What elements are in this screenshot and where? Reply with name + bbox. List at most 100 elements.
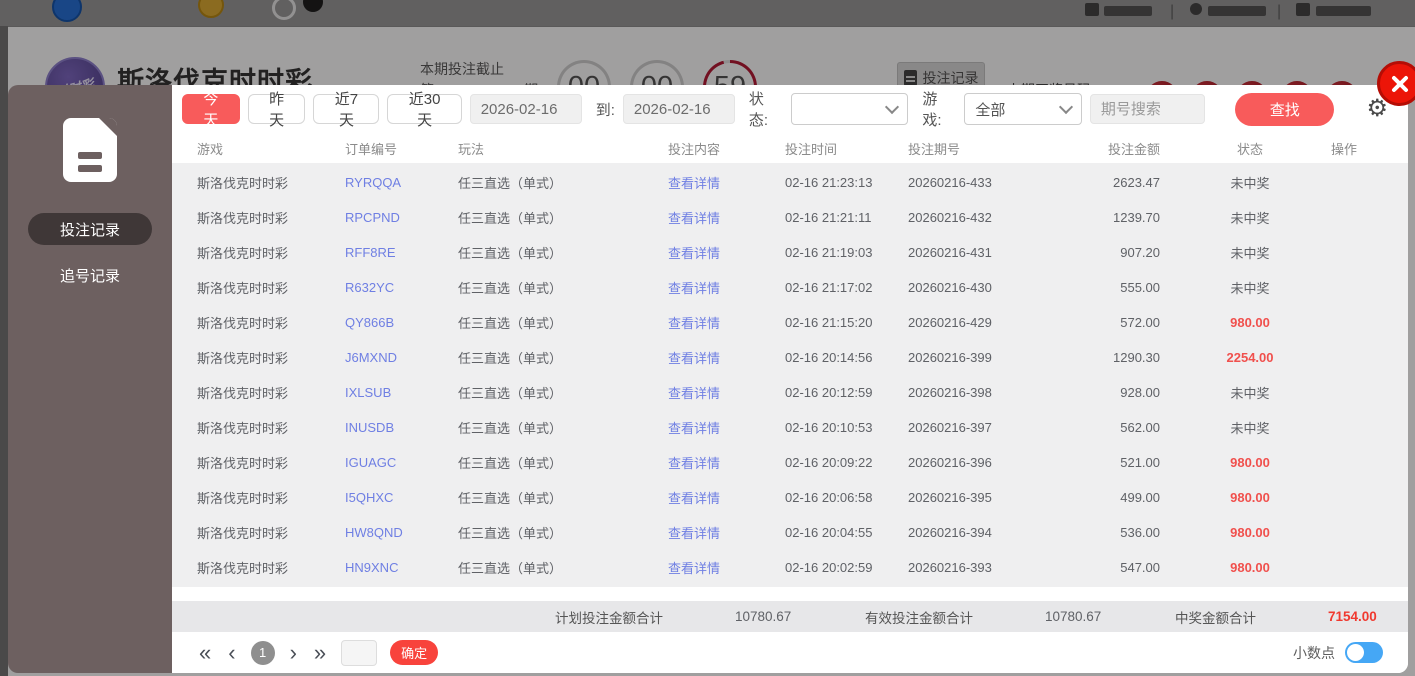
cell-issue: 20260216-431 <box>908 245 992 260</box>
order-id-link[interactable]: RPCPND <box>345 210 458 225</box>
status-text: 未中奖 <box>1230 281 1270 296</box>
next-page-button[interactable]: › <box>288 641 299 664</box>
cell-game: 斯洛伐克时时彩 <box>197 246 289 261</box>
cell-play: 任三直选（单式） <box>458 176 563 191</box>
view-details-link[interactable]: 查看详情 <box>668 313 785 332</box>
quick-range-today[interactable]: 今天 <box>182 91 240 129</box>
table-row: 斯洛伐克时时彩 I5QHXC 任三直选（单式） 查看详情 02-16 20:06:58 2… <box>172 480 1408 515</box>
issue-search-input[interactable] <box>1089 94 1205 124</box>
cell-issue: 20260216-398 <box>908 385 992 400</box>
view-details-link[interactable]: 查看详情 <box>668 558 785 577</box>
date-from-input[interactable] <box>469 94 582 124</box>
order-id-link[interactable]: HN9XNC <box>345 560 458 575</box>
first-page-button[interactable]: « <box>197 641 213 664</box>
cell-game: 斯洛伐克时时彩 <box>197 526 289 541</box>
game-select[interactable]: 全部 <box>964 93 1082 125</box>
quick-range-yesterday[interactable]: 昨天 <box>247 91 306 129</box>
decimal-toggle[interactable] <box>1345 642 1383 663</box>
cell-bet-time: 02-16 21:23:13 <box>785 175 873 190</box>
cell-bet-time: 02-16 20:12:59 <box>785 385 873 400</box>
cell-play: 任三直选（单式） <box>458 421 563 436</box>
search-button[interactable]: 查找 <box>1234 92 1335 126</box>
cell-game: 斯洛伐克时时彩 <box>197 421 289 436</box>
order-id-link[interactable]: I5QHXC <box>345 490 458 505</box>
view-details-link[interactable]: 查看详情 <box>668 278 785 297</box>
table-row: 斯洛伐克时时彩 RYRQQA 任三直选（单式） 查看详情 02-16 21:23:13 2… <box>172 165 1408 200</box>
status-text: 未中奖 <box>1230 421 1270 436</box>
last-page-button[interactable]: » <box>312 641 328 664</box>
order-id-link[interactable]: QY866B <box>345 315 458 330</box>
game-select-value: 全部 <box>975 101 1006 119</box>
order-id-link[interactable]: IGUAGC <box>345 455 458 470</box>
cell-issue: 20260216-429 <box>908 315 992 330</box>
order-id-link[interactable]: RYRQQA <box>345 175 458 190</box>
view-details-link[interactable]: 查看详情 <box>668 418 785 437</box>
quick-range-last7days[interactable]: 近7天 <box>313 91 380 129</box>
view-details-link[interactable]: 查看详情 <box>668 453 785 472</box>
sidebar-item-chase-records[interactable]: 追号记录 <box>28 259 152 291</box>
cell-amount: 2623.47 <box>1113 175 1160 190</box>
cell-bet-time: 02-16 21:19:03 <box>785 245 873 260</box>
order-id-link[interactable]: R632YC <box>345 280 458 295</box>
page-jump-input[interactable] <box>341 639 378 666</box>
cell-bet-time: 02-16 21:15:20 <box>785 315 873 330</box>
cell-game: 斯洛伐克时时彩 <box>197 211 289 226</box>
status-select[interactable] <box>790 93 909 125</box>
sidebar-item-bet-records[interactable]: 投注记录 <box>28 213 152 245</box>
view-details-link[interactable]: 查看详情 <box>668 243 785 262</box>
prev-page-button[interactable]: ‹ <box>226 641 237 664</box>
order-id-link[interactable]: J6MXND <box>345 350 458 365</box>
doc-icon-line <box>78 165 102 172</box>
quick-range-last30days[interactable]: 近30天 <box>387 91 462 129</box>
cell-amount: 547.00 <box>1120 560 1160 575</box>
toggle-knob <box>1347 644 1364 661</box>
table-row: 斯洛伐克时时彩 HN9XNC 任三直选（单式） 查看详情 02-16 20:02:59 2… <box>172 550 1408 585</box>
cell-amount: 562.00 <box>1120 420 1160 435</box>
cell-play: 任三直选（单式） <box>458 281 563 296</box>
status-text: 未中奖 <box>1230 211 1270 226</box>
cell-bet-time: 02-16 20:02:59 <box>785 560 873 575</box>
view-details-link[interactable]: 查看详情 <box>668 208 785 227</box>
table-row: 斯洛伐克时时彩 J6MXND 任三直选（单式） 查看详情 02-16 20:14:56 2… <box>172 340 1408 375</box>
current-page-indicator[interactable]: 1 <box>250 640 275 665</box>
cell-play: 任三直选（单式） <box>458 561 563 576</box>
view-details-link[interactable]: 查看详情 <box>668 488 785 507</box>
cell-amount: 907.20 <box>1120 245 1160 260</box>
date-to-input[interactable] <box>622 94 735 124</box>
screen: | | 时时彩 斯洛伐克时时彩 本期投注截止 第20260216-434期 00… <box>0 0 1415 676</box>
sidebar-menu: 投注记录 追号记录 <box>8 213 172 291</box>
view-details-link[interactable]: 查看详情 <box>668 348 785 367</box>
bet-records-modal: 今天昨天近7天近30天 到: 状态: 游戏: 全部 查找 ⚙ 游戏 订单编号 玩法 投… <box>172 85 1408 673</box>
doc-icon-line <box>78 152 102 159</box>
view-details-link[interactable]: 查看详情 <box>668 173 785 192</box>
cell-bet-time: 02-16 20:09:22 <box>785 455 873 470</box>
cell-game: 斯洛伐克时时彩 <box>197 491 289 506</box>
table-row: 斯洛伐克时时彩 RPCPND 任三直选（单式） 查看详情 02-16 21:21:11 2… <box>172 200 1408 235</box>
confirm-page-button[interactable]: 确定 <box>390 640 439 665</box>
table-footer-gap <box>172 587 1408 601</box>
order-id-link[interactable]: IXLSUB <box>345 385 458 400</box>
view-details-link[interactable]: 查看详情 <box>668 523 785 542</box>
close-icon[interactable] <box>1377 61 1415 106</box>
table-row: 斯洛伐克时时彩 QY866B 任三直选（单式） 查看详情 02-16 21:15:20 2… <box>172 305 1408 340</box>
cell-play: 任三直选（单式） <box>458 211 563 226</box>
order-id-link[interactable]: RFF8RE <box>345 245 458 260</box>
cell-game: 斯洛伐克时时彩 <box>197 316 289 331</box>
cell-game: 斯洛伐克时时彩 <box>197 176 289 191</box>
cell-amount: 1290.30 <box>1113 350 1160 365</box>
cell-play: 任三直选（单式） <box>458 351 563 366</box>
view-details-link[interactable]: 查看详情 <box>668 383 785 402</box>
table-header: 游戏 订单编号 玩法 投注内容 投注时间 投注期号 投注金额 状态 操作 <box>172 133 1408 163</box>
order-id-link[interactable]: HW8QND <box>345 525 458 540</box>
order-id-link[interactable]: INUSDB <box>345 420 458 435</box>
table-body: 斯洛伐克时时彩 RYRQQA 任三直选（单式） 查看详情 02-16 21:23:13 2… <box>172 163 1408 587</box>
win-total-value: 7154.00 <box>1328 609 1377 624</box>
decimal-toggle-label: 小数点 <box>1293 644 1335 661</box>
win-amount: 2254.00 <box>1226 350 1274 365</box>
cell-issue: 20260216-396 <box>908 455 992 470</box>
cell-issue: 20260216-395 <box>908 490 992 505</box>
column-header: 操作 <box>1330 141 1357 157</box>
valid-total-value: 10780.67 <box>1045 609 1102 624</box>
summary-bar: 计划投注金额合计 10780.67 有效投注金额合计 10780.67 中奖金额… <box>172 601 1408 632</box>
cell-amount: 521.00 <box>1120 455 1160 470</box>
